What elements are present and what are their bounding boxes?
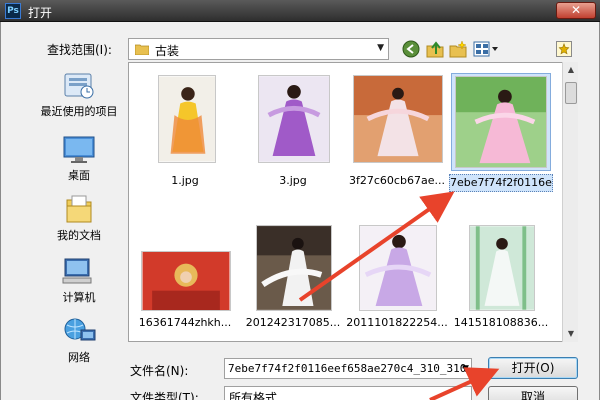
back-icon[interactable] <box>402 40 420 58</box>
scrollbar-thumb[interactable] <box>565 82 577 104</box>
desktop-icon <box>63 136 95 163</box>
file-name: 7ebe7f74f2f0116eef658ae270c4_310_310.jpg <box>449 174 553 192</box>
file-name: 201242317085... <box>245 316 341 329</box>
scroll-down-icon[interactable]: ▼ <box>563 326 579 342</box>
place-label: 计算机 <box>62 291 96 304</box>
image-thumbnail <box>256 225 332 311</box>
place-label: 网络 <box>68 351 90 364</box>
close-button[interactable]: ✕ <box>556 2 596 19</box>
file-item[interactable]: 16361744zhkh... <box>133 249 237 329</box>
view-menu-icon[interactable] <box>473 40 499 58</box>
image-thumbnail <box>455 76 547 168</box>
open-button[interactable]: 打开(O) <box>488 357 578 379</box>
place-label: 最近使用的项目 <box>40 105 118 118</box>
place-documents[interactable]: 我的文档 <box>34 194 124 254</box>
image-thumbnail <box>258 75 330 163</box>
file-item[interactable]: 3f27c60cb67ae... <box>345 73 449 187</box>
window-title: 打开 <box>28 6 53 20</box>
image-thumbnail <box>353 75 443 163</box>
file-list[interactable]: 1.jpg 3.jpg 3f27c60cb67ae... 7ebe7f74f2f… <box>128 62 577 342</box>
file-item[interactable]: 2011101822254... <box>345 223 449 329</box>
file-name: 1.jpg <box>171 174 199 187</box>
tools-icon[interactable] <box>556 41 572 57</box>
up-folder-icon[interactable] <box>426 40 444 58</box>
computer-icon <box>62 258 92 284</box>
file-name: 3.jpg <box>279 174 307 187</box>
file-name: 2011101822254... <box>346 316 448 329</box>
file-name: 3f27c60cb67ae... <box>349 174 445 187</box>
place-network[interactable]: 网络 <box>34 316 124 376</box>
look-in-dropdown[interactable]: 古装 ▼ <box>128 38 389 60</box>
place-label: 桌面 <box>68 169 90 182</box>
file-name-input[interactable]: 7ebe7f74f2f0116eef658ae270c4_310_310. <box>224 358 472 379</box>
file-name: 16361744zhkh... <box>138 316 232 329</box>
place-label: 我的文档 <box>57 229 101 242</box>
file-item[interactable]: 3.jpg <box>241 73 345 187</box>
places-bar: 最近使用的项目 桌面 我的文档 计算机 网络 <box>34 62 124 377</box>
vertical-scrollbar[interactable]: ▲ ▼ <box>562 62 578 342</box>
image-thumbnail <box>359 225 437 311</box>
recent-items-icon <box>64 73 94 99</box>
file-item-selected[interactable]: 7ebe7f74f2f0116eef658ae270c4_310_310.jpg <box>449 73 553 192</box>
image-thumbnail <box>141 251 231 311</box>
place-desktop[interactable]: 桌面 <box>34 134 124 194</box>
folder-icon <box>135 44 149 55</box>
file-item[interactable]: 1.jpg <box>133 73 237 187</box>
chevron-down-icon[interactable]: ▼ <box>462 364 469 374</box>
documents-icon <box>66 195 92 223</box>
place-recent[interactable]: 最近使用的项目 <box>34 70 124 130</box>
photoshop-app-icon: Ps <box>5 3 21 19</box>
place-computer[interactable]: 计算机 <box>34 256 124 316</box>
new-folder-icon[interactable] <box>449 40 467 58</box>
file-name-label: 文件名(N): <box>130 364 189 378</box>
chevron-down-icon: ▼ <box>377 43 384 53</box>
cancel-button[interactable]: 取消 <box>488 386 578 400</box>
file-item[interactable]: 201242317085... <box>241 223 345 329</box>
look-in-label: 查找范围(I): <box>47 43 112 57</box>
look-in-value: 古装 <box>155 44 180 58</box>
image-thumbnail <box>469 225 535 311</box>
scroll-up-icon[interactable]: ▲ <box>563 62 579 78</box>
file-type-label: 文件类型(T): <box>130 391 199 400</box>
network-icon <box>64 318 96 341</box>
file-type-dropdown[interactable]: 所有格式 <box>224 386 472 400</box>
file-name: 141518108836... <box>453 316 549 329</box>
image-thumbnail <box>158 75 216 163</box>
file-item[interactable]: 141518108836... <box>449 223 553 329</box>
title-bar: Ps 打开 ✕ <box>0 0 600 22</box>
